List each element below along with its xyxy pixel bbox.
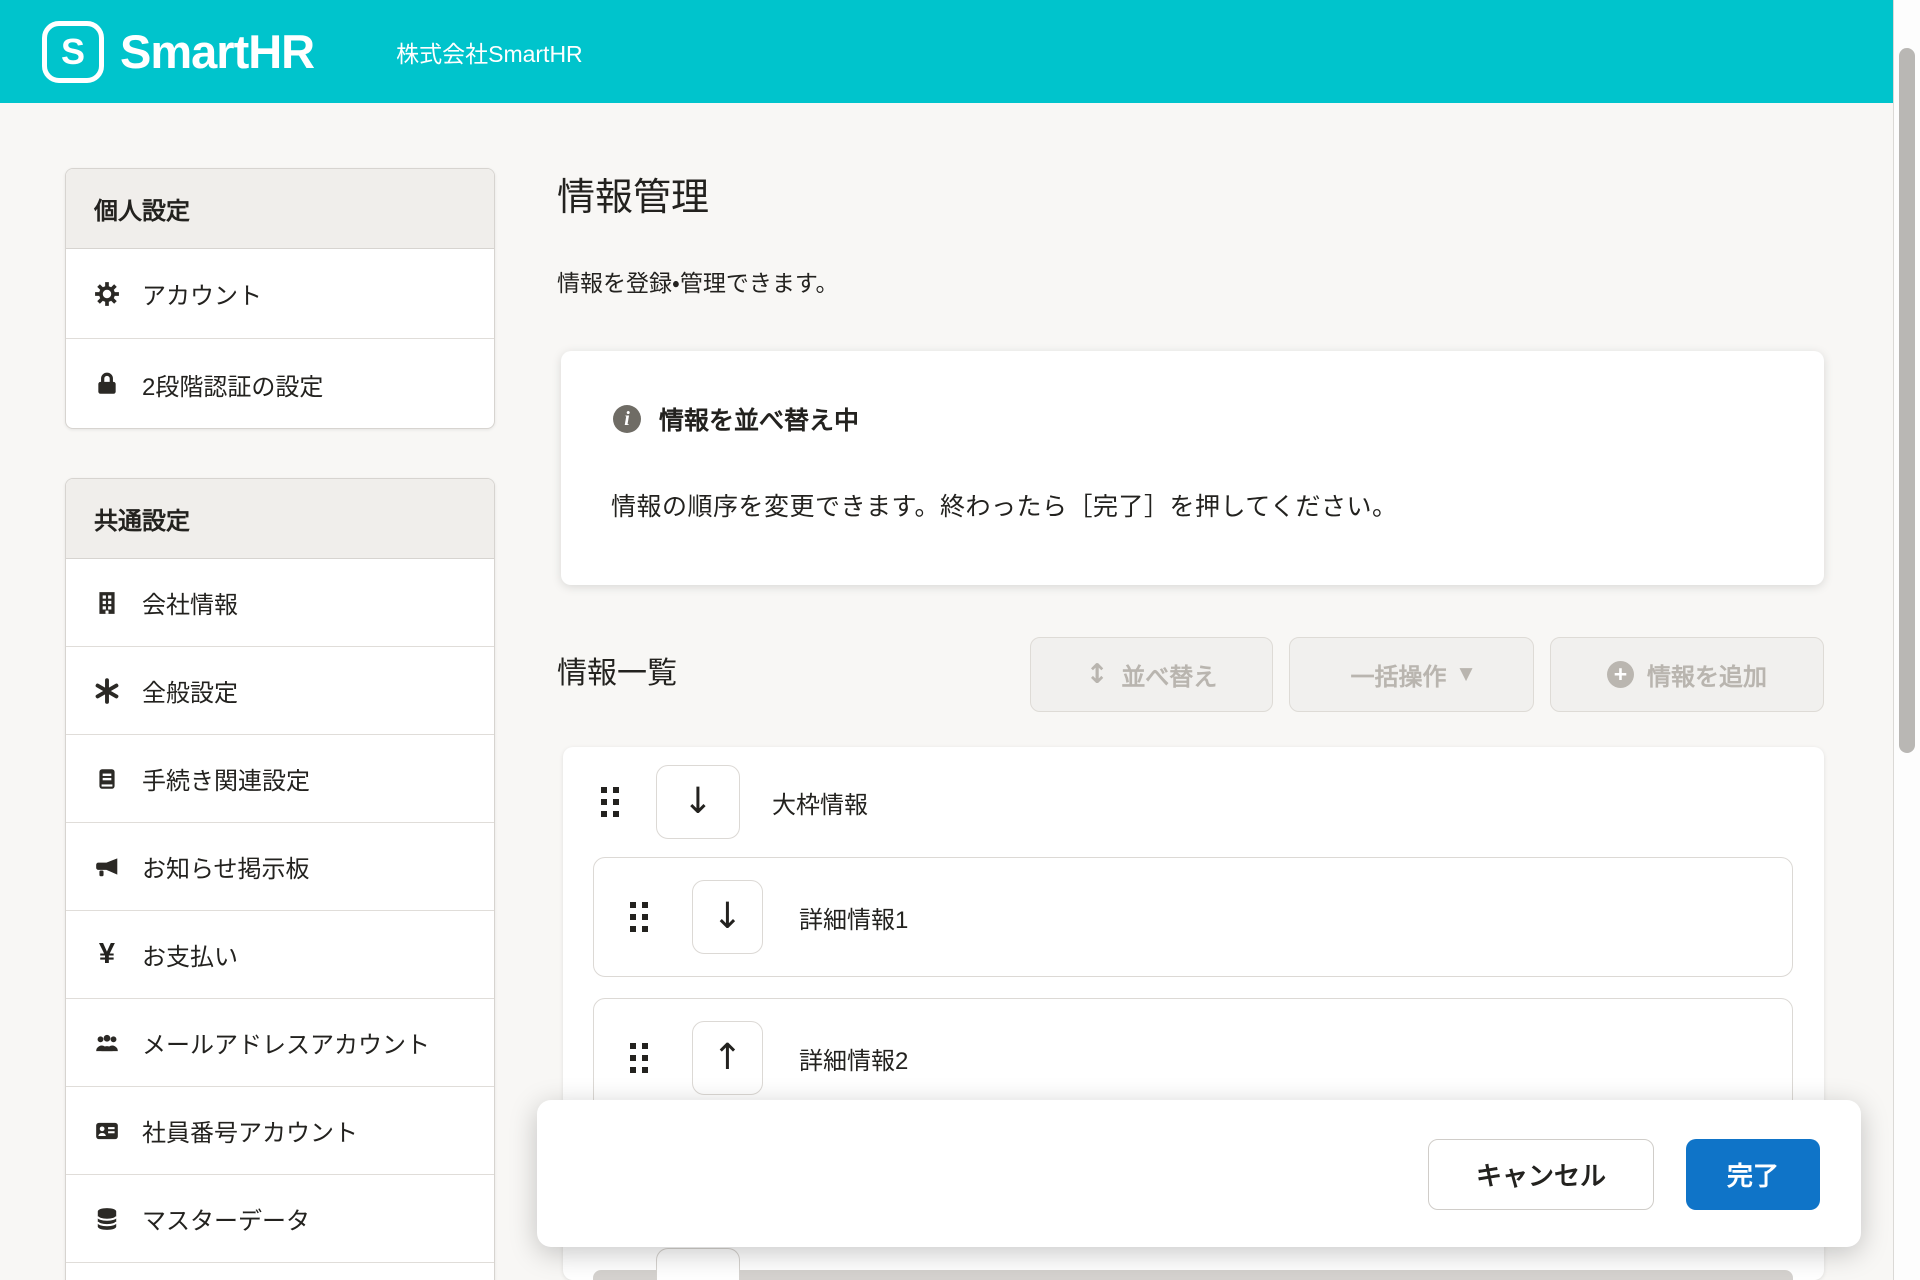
item-label: 詳細情報1	[799, 900, 908, 935]
smarthr-logo-wordmark: SmartHR	[120, 24, 314, 79]
notice-body: 情報の順序を変更できます。終わったら［完了］を押してください。	[611, 487, 1398, 523]
move-down-button[interactable]: ↓	[656, 765, 740, 839]
sort-button[interactable]: ↕ 並べ替え	[1030, 637, 1273, 712]
list-group-row: ↓ 大枠情報	[563, 747, 1824, 857]
sidebar-item-label: お支払い	[142, 937, 238, 972]
sidebar-personal-settings: 個人設定 アカウント 2段階認証の設定	[65, 168, 495, 429]
next-row-button-partial	[656, 1248, 740, 1280]
sidebar-item-label: 手続き関連設定	[142, 761, 310, 796]
notice-title: 情報を並べ替え中	[659, 401, 859, 437]
next-row-partial	[593, 1270, 1793, 1280]
app-header: S SmartHR 株式会社SmartHR	[0, 0, 1893, 103]
item-label: 詳細情報2	[799, 1041, 908, 1076]
add-info-button[interactable]: + 情報を追加	[1550, 637, 1824, 712]
yen-icon: ¥	[94, 942, 120, 968]
gear-icon	[94, 281, 120, 307]
page-subtitle: 情報を登録・管理できます。	[557, 264, 839, 298]
sidebar-item-account[interactable]: アカウント	[66, 249, 494, 339]
list-heading: 情報一覧	[557, 648, 677, 692]
bulk-actions-button[interactable]: 一括操作 ▼	[1289, 637, 1534, 712]
bulk-actions-label: 一括操作	[1350, 657, 1446, 692]
sidebar-item-partial[interactable]	[66, 1263, 494, 1280]
scrollbar-track[interactable]	[1893, 0, 1920, 1280]
sidebar-item-two-factor-auth[interactable]: 2段階認証の設定	[66, 339, 494, 429]
sidebar-common-settings: 共通設定 会社情報 全般設定	[65, 478, 495, 1280]
reordering-notice-card: i 情報を並べ替え中 情報の順序を変更できます。終わったら［完了］を押してくださ…	[561, 351, 1824, 585]
floating-action-bar: キャンセル 完了	[537, 1100, 1861, 1247]
group-label: 大枠情報	[772, 785, 868, 820]
sidebar-item-company-info[interactable]: 会社情報	[66, 559, 494, 647]
sidebar-item-email-accounts[interactable]: メールアドレスアカウント	[66, 999, 494, 1087]
done-button[interactable]: 完了	[1686, 1139, 1820, 1210]
page-title: 情報管理	[557, 166, 709, 221]
smarthr-logo[interactable]: S SmartHR	[42, 21, 314, 83]
sidebar-section-title-common: 共通設定	[66, 479, 494, 559]
sidebar-item-master-data[interactable]: マスターデータ	[66, 1175, 494, 1263]
megaphone-icon	[94, 854, 120, 880]
move-down-button[interactable]: ↓	[692, 880, 763, 954]
sidebar-item-general-settings[interactable]: 全般設定	[66, 647, 494, 735]
asterisk-icon	[94, 678, 120, 704]
list-toolbar: ↕ 並べ替え 一括操作 ▼ + 情報を追加	[1030, 637, 1824, 712]
building-icon	[94, 590, 120, 616]
move-up-button[interactable]: ↑	[692, 1021, 763, 1095]
drag-handle-icon[interactable]	[629, 1042, 649, 1074]
sidebar-item-procedure-settings[interactable]: 手続き関連設定	[66, 735, 494, 823]
info-icon: i	[613, 405, 641, 433]
list-item-row: ↓ 詳細情報1	[593, 857, 1793, 977]
book-icon	[94, 766, 120, 792]
sidebar-item-label: メールアドレスアカウント	[142, 1025, 430, 1060]
sidebar-item-employee-number-accounts[interactable]: 社員番号アカウント	[66, 1087, 494, 1175]
sidebar-item-label: 社員番号アカウント	[142, 1113, 358, 1148]
drag-handle-icon[interactable]	[600, 786, 620, 818]
arrow-down-icon: ↓	[712, 899, 742, 935]
database-icon	[94, 1206, 120, 1232]
users-icon	[94, 1030, 120, 1056]
cancel-button[interactable]: キャンセル	[1428, 1139, 1654, 1210]
sort-button-label: 並べ替え	[1121, 657, 1217, 692]
add-info-label: 情報を追加	[1647, 657, 1767, 692]
sidebar-item-label: お知らせ掲示板	[142, 849, 310, 884]
sidebar-item-payment[interactable]: ¥ お支払い	[66, 911, 494, 999]
company-name: 株式会社SmartHR	[396, 35, 583, 69]
sidebar-item-announcement-board[interactable]: お知らせ掲示板	[66, 823, 494, 911]
sidebar-item-label: 全般設定	[142, 673, 238, 708]
arrow-down-icon: ↓	[683, 784, 713, 820]
sidebar-item-label: 会社情報	[142, 585, 238, 620]
sort-arrows-icon: ↕	[1086, 661, 1109, 688]
sidebar-item-label: マスターデータ	[142, 1201, 310, 1236]
drag-handle-icon[interactable]	[629, 901, 649, 933]
smarthr-settings-screen: S SmartHR 株式会社SmartHR 個人設定 アカウント 2段階認証の設…	[0, 0, 1920, 1280]
lock-icon	[94, 371, 120, 397]
plus-circle-icon: +	[1607, 661, 1634, 688]
chevron-down-icon: ▼	[1459, 666, 1472, 683]
smarthr-logo-icon: S	[42, 21, 104, 83]
scrollbar-thumb[interactable]	[1899, 48, 1915, 753]
sidebar-section-title-personal: 個人設定	[66, 169, 494, 249]
arrow-up-icon: ↑	[712, 1040, 742, 1076]
sidebar-item-label: 2段階認証の設定	[142, 367, 323, 402]
sidebar-item-label: アカウント	[142, 276, 262, 311]
id-card-icon	[94, 1118, 120, 1144]
